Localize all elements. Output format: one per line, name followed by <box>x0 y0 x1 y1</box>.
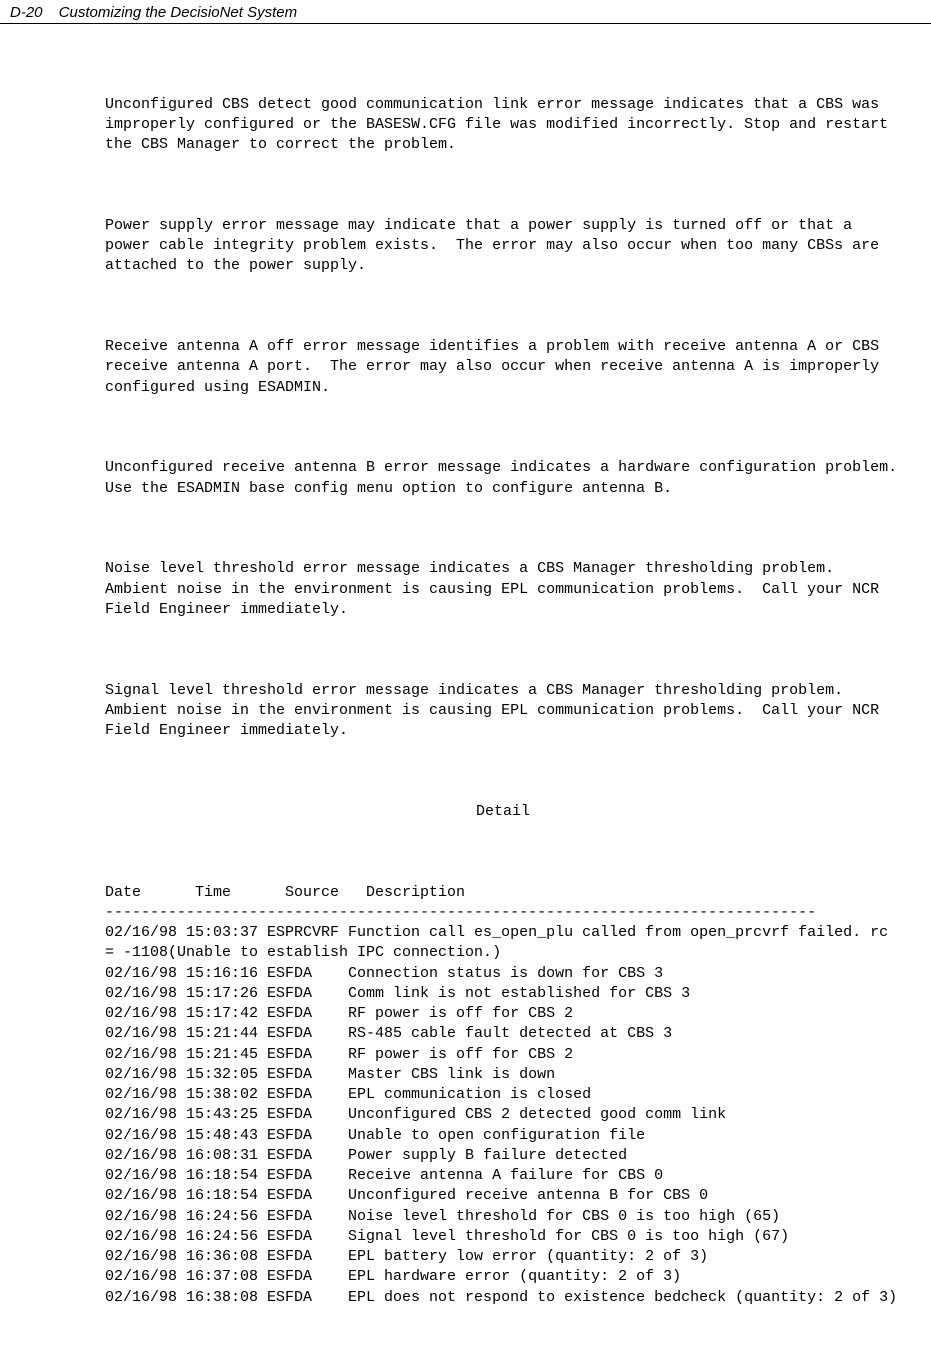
log-entry: 02/16/98 16:18:54 ESFDA Unconfigured rec… <box>105 1187 708 1204</box>
page-header: D-20 Customizing the DecisioNet System <box>0 0 931 24</box>
log-entry: 02/16/98 16:24:56 ESFDA Signal level thr… <box>105 1228 789 1245</box>
log-entry: 02/16/98 16:18:54 ESFDA Receive antenna … <box>105 1167 663 1184</box>
page-content: Unconfigured CBS detect good communicati… <box>0 24 931 1358</box>
paragraph-signal-threshold: Signal level threshold error message ind… <box>105 681 901 742</box>
paragraph-antenna-b: Unconfigured receive antenna B error mes… <box>105 458 901 499</box>
log-entry: 02/16/98 15:21:45 ESFDA RF power is off … <box>105 1046 573 1063</box>
log-entry: 02/16/98 15:17:42 ESFDA RF power is off … <box>105 1005 573 1022</box>
log-entry: 02/16/98 15:48:43 ESFDA Unable to open c… <box>105 1127 645 1144</box>
page-number: D-20 <box>10 4 43 21</box>
log-entry: 02/16/98 16:08:31 ESFDA Power supply B f… <box>105 1147 627 1164</box>
log-separator: ----------------------------------------… <box>105 904 816 921</box>
log-entry: 02/16/98 16:38:08 ESFDA EPL does not res… <box>105 1289 897 1306</box>
paragraph-unconfigured-cbs: Unconfigured CBS detect good communicati… <box>105 95 901 156</box>
log-entry: 02/16/98 15:43:25 ESFDA Unconfigured CBS… <box>105 1106 726 1123</box>
log-entry: 02/16/98 15:17:26 ESFDA Comm link is not… <box>105 985 690 1002</box>
log-entry: 02/16/98 15:38:02 ESFDA EPL communicatio… <box>105 1086 591 1103</box>
log-entry: 02/16/98 16:37:08 ESFDA EPL hardware err… <box>105 1268 681 1285</box>
page-title: Customizing the DecisioNet System <box>59 4 297 21</box>
log-column-header: Date Time Source Description <box>105 884 465 901</box>
log-block: Date Time Source Description -----------… <box>105 883 901 1308</box>
log-entry: 02/16/98 16:24:56 ESFDA Noise level thre… <box>105 1208 780 1225</box>
paragraph-antenna-a: Receive antenna A off error message iden… <box>105 337 901 398</box>
log-entry: 02/16/98 15:32:05 ESFDA Master CBS link … <box>105 1066 555 1083</box>
paragraph-power-supply: Power supply error message may indicate … <box>105 216 901 277</box>
log-entry: 02/16/98 15:16:16 ESFDA Connection statu… <box>105 965 663 982</box>
log-entry: 02/16/98 15:21:44 ESFDA RS-485 cable fau… <box>105 1025 672 1042</box>
log-entry: 02/16/98 16:36:08 ESFDA EPL battery low … <box>105 1248 708 1265</box>
paragraph-noise-threshold: Noise level threshold error message indi… <box>105 559 901 620</box>
log-entry: 02/16/98 15:03:37 ESPRCVRF Function call… <box>105 924 897 961</box>
detail-heading: Detail <box>105 802 901 822</box>
